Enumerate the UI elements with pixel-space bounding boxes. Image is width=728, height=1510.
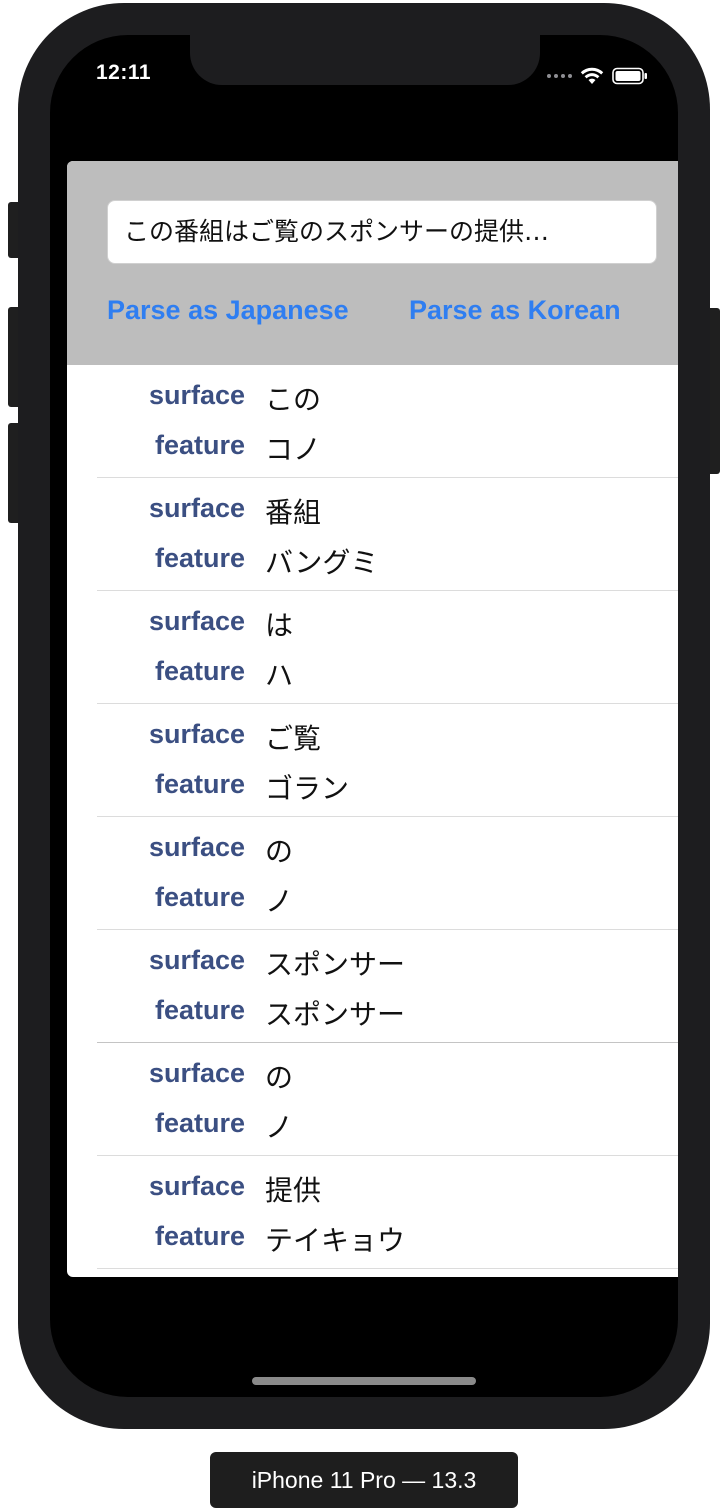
phone-screen: 12:11 この番組はご覧のスポンサーの提供… Parse as Japanes… (50, 35, 678, 1397)
feature-value: ハ (265, 659, 294, 692)
surface-value: この (265, 383, 322, 416)
surface-value: 提供 (265, 1174, 322, 1207)
token-row[interactable]: surface ご覧 feature ゴラン (97, 704, 678, 817)
surface-label: surface (148, 493, 245, 523)
simulator-stage: 12:11 この番組はご覧のスポンサーの提供… Parse as Japanes… (0, 0, 728, 1510)
surface-label: surface (148, 1058, 245, 1088)
parse-korean-button[interactable]: Parse as Korean (409, 295, 621, 326)
app-view: この番組はご覧のスポンサーの提供… Parse as Japanese Pars… (67, 161, 678, 1277)
surface-label: surface (148, 606, 245, 636)
token-row[interactable]: surface この feature コノ (97, 365, 678, 478)
battery-icon (612, 67, 647, 85)
token-row[interactable]: surface の feature ノ (97, 817, 678, 930)
surface-value: は (265, 609, 294, 642)
surface-value: 番組 (265, 496, 322, 529)
feature-label: feature (154, 656, 245, 686)
home-indicator[interactable] (252, 1377, 476, 1385)
feature-label: feature (154, 769, 245, 799)
token-row[interactable]: surface 提供 feature テイキョウ (97, 1156, 678, 1269)
surface-value: ご覧 (265, 722, 322, 755)
surface-value: の (265, 835, 294, 868)
feature-label: feature (154, 1108, 245, 1138)
phone-frame: 12:11 この番組はご覧のスポンサーの提供… Parse as Japanes… (18, 3, 710, 1429)
wifi-icon (580, 67, 604, 84)
feature-value: スポンサー (265, 998, 406, 1031)
status-time: 12:11 (96, 61, 152, 84)
feature-label: feature (154, 882, 245, 912)
token-row[interactable]: surface スポンサー feature スポンサー (97, 930, 678, 1043)
parse-japanese-button[interactable]: Parse as Japanese (107, 295, 349, 326)
surface-label: surface (148, 719, 245, 749)
token-row[interactable]: surface は feature ハ (97, 591, 678, 704)
feature-label: feature (154, 995, 245, 1025)
notch (190, 35, 540, 85)
token-row[interactable]: surface 番組 feature バングミ (97, 478, 678, 591)
token-list[interactable]: surface この feature コノ surface 番組 feature… (67, 365, 678, 1269)
input-panel: この番組はご覧のスポンサーの提供… Parse as Japanese Pars… (67, 161, 678, 365)
feature-label: feature (154, 543, 245, 573)
status-icons (547, 65, 648, 87)
cellular-signal-icon (547, 74, 572, 78)
feature-value: テイキョウ (265, 1224, 406, 1257)
feature-label: feature (154, 1221, 245, 1251)
feature-value: コノ (265, 433, 322, 466)
surface-label: surface (148, 832, 245, 862)
surface-label: surface (148, 1171, 245, 1201)
feature-value: ノ (265, 885, 294, 918)
feature-label: feature (154, 430, 245, 460)
surface-value: の (265, 1061, 294, 1094)
feature-value: バングミ (265, 546, 379, 579)
surface-value: スポンサー (265, 948, 406, 981)
sentence-input[interactable]: この番組はご覧のスポンサーの提供… (107, 200, 657, 264)
surface-label: surface (148, 945, 245, 975)
feature-value: ノ (265, 1111, 294, 1144)
surface-label: surface (148, 380, 245, 410)
token-row[interactable]: surface の feature ノ (97, 1043, 678, 1156)
feature-value: ゴラン (265, 772, 350, 805)
device-caption: iPhone 11 Pro — 13.3 (210, 1452, 518, 1508)
